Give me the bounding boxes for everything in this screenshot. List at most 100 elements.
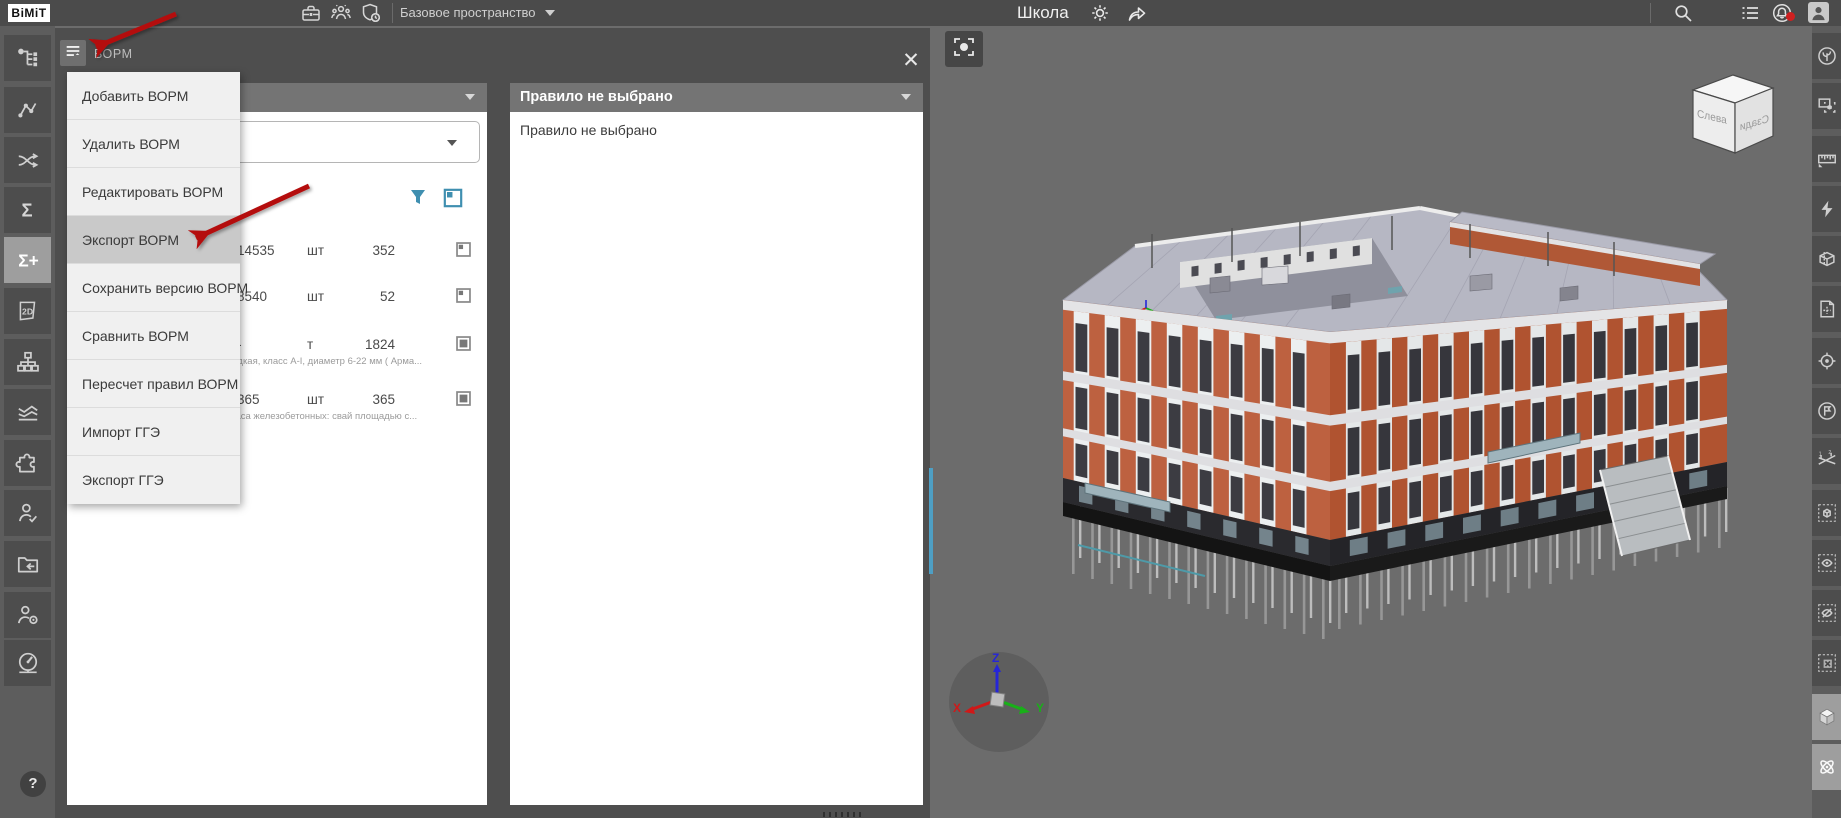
- team-icon[interactable]: [330, 2, 352, 24]
- row-marker-icon[interactable]: [454, 286, 473, 305]
- sidebar-item-sigma-plus[interactable]: Σ+: [4, 237, 51, 283]
- sidebar-item-chart[interactable]: [4, 389, 51, 435]
- sidebar-item-user-pin[interactable]: [4, 592, 51, 638]
- sidebar-item-locate[interactable]: [1812, 338, 1841, 384]
- 2d-icon: 2D: [15, 298, 41, 324]
- sidebar-item-cube-dashed[interactable]: [1812, 490, 1841, 536]
- sidebar-item-sheet[interactable]: [1812, 286, 1841, 332]
- list-icon[interactable]: [1739, 2, 1761, 24]
- nature-icon: [1816, 45, 1838, 67]
- menu-item-1[interactable]: Добавить ВОРМ: [67, 72, 240, 120]
- project-title: Школа: [1017, 3, 1069, 23]
- sidebar-item-flag[interactable]: [1812, 388, 1841, 434]
- help-button[interactable]: ?: [20, 771, 46, 797]
- hamburger-icon: [64, 42, 82, 65]
- row-unit: шт: [307, 289, 324, 304]
- row-marker-icon[interactable]: [454, 389, 473, 408]
- hidden-icon: [1816, 602, 1838, 624]
- rule-panel-title: Правило не выбрано: [520, 89, 673, 105]
- row-note: го каркаса железобетонных: свай площадью…: [205, 411, 467, 422]
- app-logo: BiMiT: [8, 4, 50, 22]
- gear-icon[interactable]: [1089, 2, 1111, 24]
- menu-item-5[interactable]: Сохранить версию ВОРМ: [67, 264, 240, 312]
- workspace-selector[interactable]: Базовое пространство: [400, 5, 536, 20]
- orbit-icon: [1816, 756, 1838, 778]
- region-select-icon[interactable]: [441, 186, 465, 203]
- sheet-icon: [1816, 298, 1838, 320]
- row-marker-icon[interactable]: [454, 240, 473, 259]
- sidebar-item-section-box[interactable]: [1812, 236, 1841, 282]
- sidebar-item-nodes[interactable]: [4, 87, 51, 133]
- sidebar-item-gauge[interactable]: [4, 640, 51, 686]
- worm-menu-button[interactable]: [60, 40, 86, 66]
- filter-icon[interactable]: [407, 186, 433, 203]
- sidebar-item-2d[interactable]: 2D: [4, 288, 51, 334]
- hierarchy-icon: [15, 45, 41, 71]
- row-count: 352: [347, 243, 395, 258]
- puzzle-icon: [15, 450, 41, 476]
- row-count: 365: [347, 392, 395, 407]
- row-value: 14535: [237, 243, 275, 258]
- shield-clock-icon[interactable]: [360, 2, 382, 24]
- gauge-icon: [15, 650, 41, 676]
- menu-item-9[interactable]: Экспорт ГГЭ: [67, 456, 240, 504]
- viewport-3d[interactable]: [930, 26, 1812, 818]
- scrollbar-thumb[interactable]: [929, 468, 933, 574]
- sidebar-item-ruler[interactable]: [1812, 136, 1841, 182]
- svg-text:2: 2: [1828, 450, 1831, 456]
- cube-solid-icon: [1816, 706, 1838, 728]
- left-toolbar: Σ Σ+ 2D: [0, 26, 55, 818]
- rule-panel-header[interactable]: Правило не выбрано: [510, 83, 923, 112]
- sidebar-item-grid-axes[interactable]: 12: [1812, 438, 1841, 484]
- row-unit: т: [307, 337, 313, 352]
- rule-panel-placeholder: Правило не выбрано: [520, 122, 657, 138]
- sidebar-item-flash[interactable]: [1812, 186, 1841, 232]
- clipped-text-fragment: [823, 812, 863, 817]
- menu-item-3[interactable]: Редактировать ВОРМ: [67, 168, 240, 216]
- sidebar-item-shuffle[interactable]: [4, 137, 51, 183]
- folder-share-icon: [15, 551, 41, 577]
- search-icon[interactable]: [1672, 2, 1694, 24]
- sidebar-item-user-check[interactable]: [4, 490, 51, 536]
- sidebar-item-puzzle[interactable]: [4, 440, 51, 486]
- grid-axes-icon: 12: [1816, 450, 1838, 472]
- row-marker-icon[interactable]: [454, 334, 473, 353]
- sidebar-item-visible[interactable]: [1812, 540, 1841, 586]
- share-icon[interactable]: [1126, 2, 1148, 24]
- cube-dashed-icon: [1816, 502, 1838, 524]
- user-pin-icon: [15, 602, 41, 628]
- close-icon[interactable]: ✕: [900, 50, 922, 72]
- menu-item-2[interactable]: Удалить ВОРМ: [67, 120, 240, 168]
- row-unit: шт: [307, 243, 324, 258]
- viewport-capture-button[interactable]: [945, 31, 983, 67]
- sidebar-item-orbit[interactable]: [1812, 744, 1841, 790]
- menu-item-4[interactable]: Экспорт ВОРМ: [67, 216, 240, 264]
- sidebar-item-capture-object[interactable]: [1812, 83, 1841, 129]
- sidebar-item-hidden[interactable]: [1812, 590, 1841, 636]
- menu-item-7[interactable]: Пересчет правил ВОРМ: [67, 360, 240, 408]
- sidebar-item-deselect[interactable]: [1812, 640, 1841, 686]
- capture-object-icon: [1816, 95, 1838, 117]
- sidebar-item-nature[interactable]: [1812, 33, 1841, 79]
- chart-icon: [15, 399, 41, 425]
- menu-item-6[interactable]: Сравнить ВОРМ: [67, 312, 240, 360]
- sigma-plus-icon: Σ+: [15, 247, 41, 273]
- svg-text:Σ: Σ: [21, 200, 32, 221]
- sidebar-item-cube-solid[interactable]: [1812, 694, 1841, 740]
- sidebar-item-hierarchy[interactable]: [4, 35, 51, 81]
- sigma-icon: Σ: [15, 197, 41, 223]
- sidebar-item-sigma[interactable]: Σ: [4, 187, 51, 233]
- chevron-down-icon[interactable]: [545, 10, 555, 16]
- nav-cube[interactable]: Слева Сзади: [1693, 75, 1773, 153]
- avatar[interactable]: [1808, 2, 1829, 23]
- row-note: ная гладкая, класс А-I, диаметр 6-22 мм …: [205, 356, 467, 367]
- briefcase-icon[interactable]: [300, 2, 322, 24]
- menu-item-8[interactable]: Импорт ГГЭ: [67, 408, 240, 456]
- right-toolbar: 12: [1812, 26, 1841, 818]
- deselect-icon: [1816, 652, 1838, 674]
- sidebar-item-folder-share[interactable]: [4, 541, 51, 587]
- sidebar-item-org-chart[interactable]: [4, 339, 51, 385]
- flash-icon: [1816, 198, 1838, 220]
- user-check-icon: [15, 500, 41, 526]
- window-title: ВОРМ: [94, 47, 133, 61]
